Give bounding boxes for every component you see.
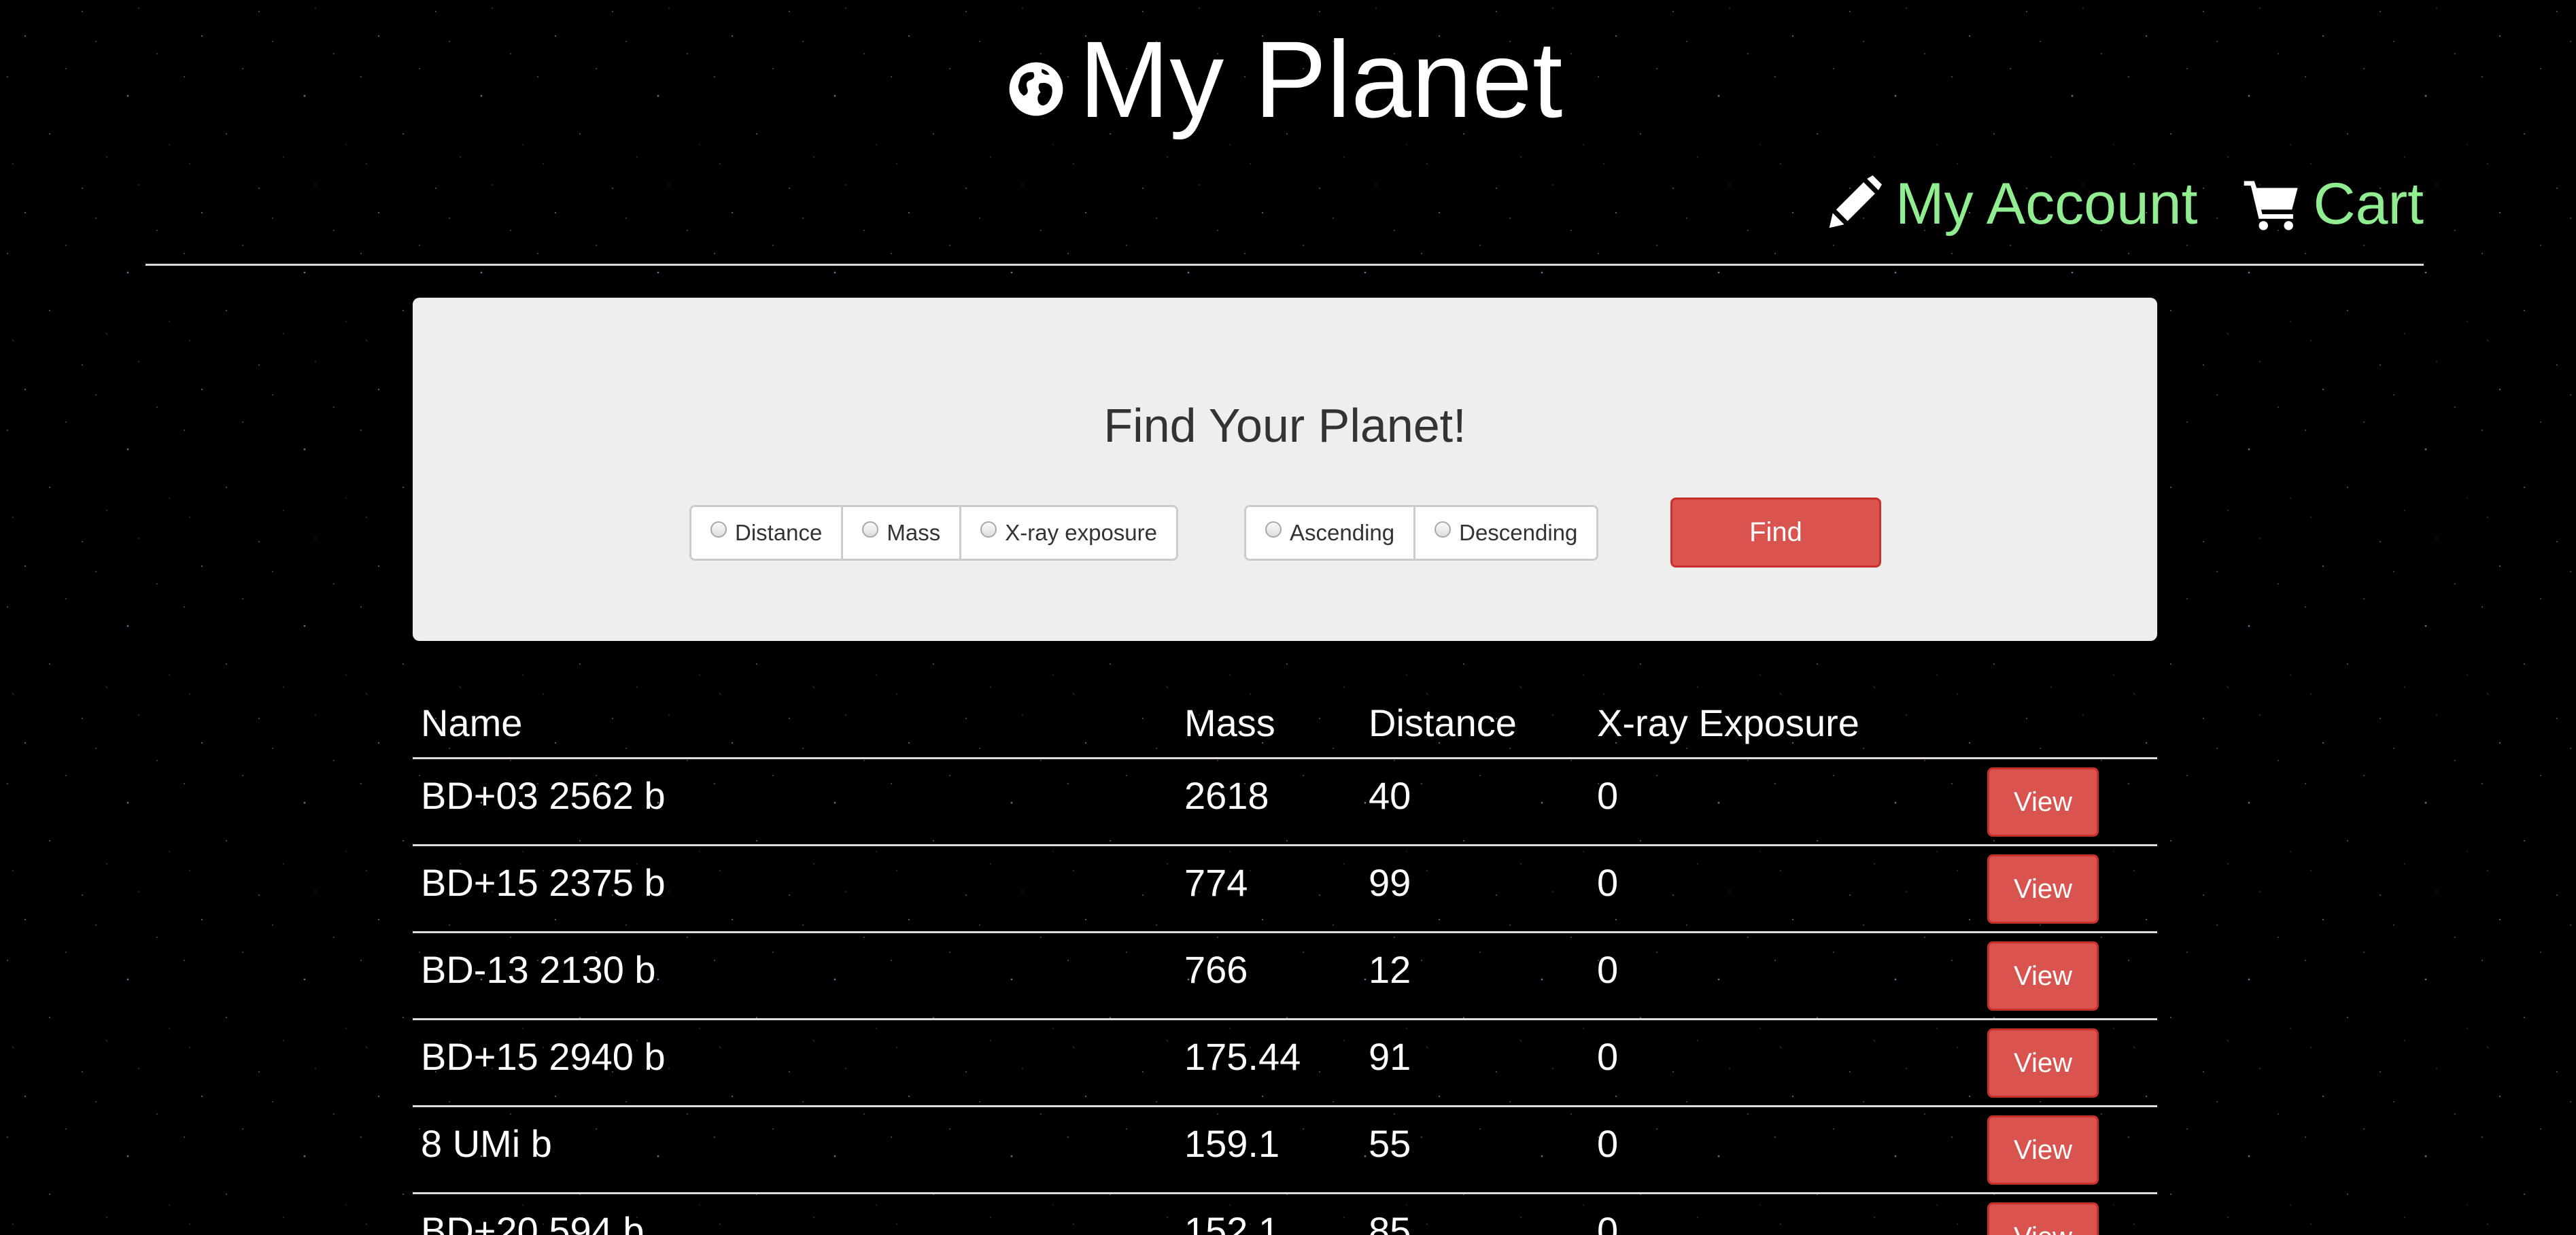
view-button[interactable]: View: [1987, 767, 2099, 837]
table-header: Name Mass Distance X-ray Exposure: [413, 686, 2157, 759]
table-row: 8 UMi b 159.1 55 0 View: [413, 1107, 2157, 1194]
header-mass: Mass: [1184, 701, 1275, 744]
table-row: BD+15 2375 b 774 99 0 View: [413, 846, 2157, 933]
sort-xray-radio[interactable]: [980, 521, 997, 538]
header-name: Name: [421, 701, 523, 744]
search-title: Find Your Planet!: [1103, 399, 1466, 452]
planet-mass: 774: [1184, 861, 1248, 904]
sort-mass-option[interactable]: Mass: [841, 507, 959, 559]
view-button[interactable]: View: [1987, 854, 2099, 924]
view-button[interactable]: View: [1987, 1028, 2099, 1098]
table-row: BD+20 594 b 152.1 85 0 View: [413, 1194, 2157, 1235]
table-row: BD-13 2130 b 766 12 0 View: [413, 933, 2157, 1020]
my-account-link[interactable]: My Account: [1825, 171, 2198, 238]
cart-label: Cart: [2313, 171, 2424, 237]
pencil-icon: [1829, 175, 1882, 228]
planet-xray: 0: [1597, 1209, 1619, 1235]
planet-xray: 0: [1597, 948, 1619, 991]
header-xray: X-ray Exposure: [1597, 701, 1859, 744]
sort-distance-option[interactable]: Distance: [691, 507, 841, 559]
planet-mass: 152.1: [1184, 1209, 1280, 1235]
planet-name: BD+20 594 b: [421, 1209, 645, 1235]
globe-icon: [1009, 62, 1063, 116]
cart-link[interactable]: Cart: [2243, 171, 2424, 238]
site-title: My Planet: [1079, 18, 1563, 140]
planet-distance: 85: [1369, 1209, 1411, 1235]
top-nav: My Account Cart: [1825, 163, 2424, 245]
planet-name: 8 UMi b: [421, 1122, 552, 1165]
planet-distance: 12: [1369, 948, 1411, 991]
planet-name: BD+15 2940 b: [421, 1035, 666, 1078]
site-brand[interactable]: My Planet: [1008, 22, 1562, 137]
planet-mass: 175.44: [1184, 1035, 1301, 1078]
order-ascending-option[interactable]: Ascending: [1246, 507, 1413, 559]
view-button[interactable]: View: [1987, 941, 2099, 1011]
view-button[interactable]: View: [1987, 1115, 2099, 1185]
sort-distance-radio[interactable]: [710, 521, 727, 538]
order-ascending-radio[interactable]: [1265, 521, 1282, 538]
table-row: BD+15 2940 b 175.44 91 0 View: [413, 1020, 2157, 1107]
planet-name: BD+15 2375 b: [421, 861, 666, 904]
planet-xray: 0: [1597, 1035, 1619, 1078]
planet-xray: 0: [1597, 861, 1619, 904]
order-descending-radio[interactable]: [1435, 521, 1452, 538]
planet-distance: 40: [1369, 774, 1411, 817]
my-account-label: My Account: [1895, 171, 2198, 237]
planet-mass: 2618: [1184, 774, 1269, 817]
view-button[interactable]: View: [1987, 1202, 2099, 1235]
planet-distance: 55: [1369, 1122, 1411, 1165]
cart-icon: [2244, 181, 2298, 230]
planet-mass: 766: [1184, 948, 1248, 991]
order-group: Ascending Descending: [1244, 505, 1599, 561]
search-panel: Find Your Planet! Distance Mass X-ray ex…: [413, 298, 2157, 641]
order-descending-option[interactable]: Descending: [1413, 507, 1596, 559]
planet-name: BD-13 2130 b: [421, 948, 656, 991]
planet-xray: 0: [1597, 774, 1619, 817]
planet-distance: 91: [1369, 1035, 1411, 1078]
header-divider: [145, 264, 2424, 266]
planet-distance: 99: [1369, 861, 1411, 904]
planet-table: Name Mass Distance X-ray Exposure BD+03 …: [413, 686, 2157, 1235]
table-row: BD+03 2562 b 2618 40 0 View: [413, 759, 2157, 846]
sort-by-group: Distance Mass X-ray exposure: [689, 505, 1178, 561]
find-button[interactable]: Find: [1670, 498, 1881, 568]
planet-xray: 0: [1597, 1122, 1619, 1165]
planet-mass: 159.1: [1184, 1122, 1280, 1165]
sort-mass-radio[interactable]: [862, 521, 879, 538]
sort-xray-option[interactable]: X-ray exposure: [959, 507, 1176, 559]
planet-name: BD+03 2562 b: [421, 774, 666, 817]
header-distance: Distance: [1369, 701, 1517, 744]
